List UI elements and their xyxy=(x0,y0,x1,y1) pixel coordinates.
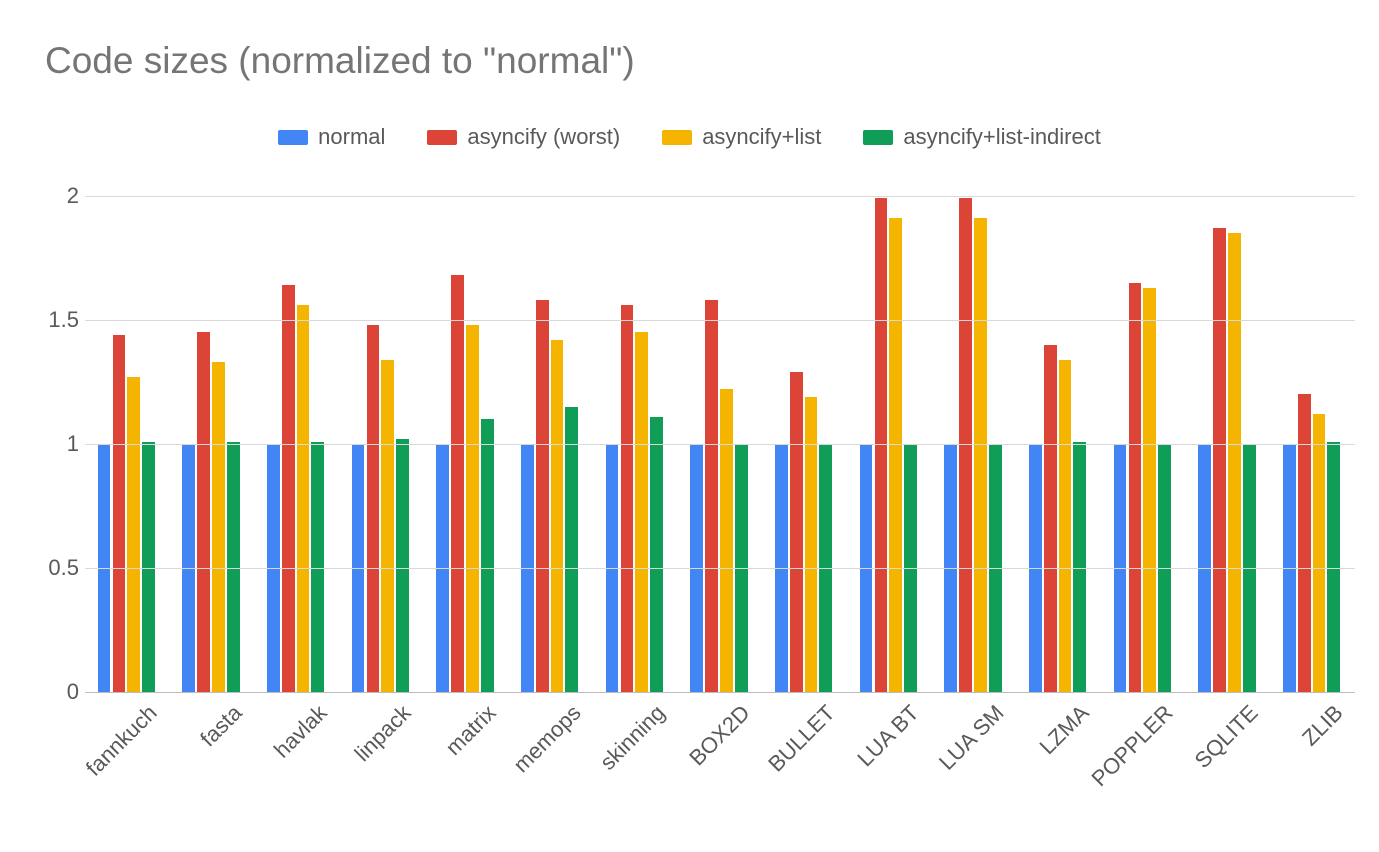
legend-swatch xyxy=(427,130,457,145)
gridline xyxy=(85,444,1355,445)
bar xyxy=(1129,283,1142,692)
bar xyxy=(790,372,803,692)
legend-item: asyncify+list xyxy=(662,124,821,150)
bar xyxy=(1143,288,1156,692)
bar xyxy=(720,389,733,692)
bar xyxy=(381,360,394,692)
bar xyxy=(481,419,494,692)
bar xyxy=(875,198,888,692)
bar xyxy=(466,325,479,692)
bar xyxy=(1044,345,1057,692)
y-tick-label: 0 xyxy=(19,679,79,705)
legend-item: asyncify (worst) xyxy=(427,124,620,150)
bar xyxy=(113,335,126,692)
bar xyxy=(1228,233,1241,692)
bar xyxy=(297,305,310,692)
bar xyxy=(1298,394,1311,692)
y-tick-label: 1 xyxy=(19,431,79,457)
chart-container: Code sizes (normalized to "normal") norm… xyxy=(0,0,1379,852)
bar xyxy=(650,417,663,692)
bar xyxy=(1327,442,1340,692)
gridline xyxy=(85,196,1355,197)
bar xyxy=(959,198,972,692)
bar xyxy=(1313,414,1326,692)
bar xyxy=(142,442,155,692)
bar xyxy=(212,362,225,692)
legend-label: asyncify+list-indirect xyxy=(903,124,1100,150)
bar xyxy=(311,442,324,692)
legend-swatch xyxy=(662,130,692,145)
bar xyxy=(451,275,464,692)
legend-label: asyncify+list xyxy=(702,124,821,150)
plot-area xyxy=(85,196,1355,692)
bar xyxy=(127,377,140,692)
bar xyxy=(536,300,549,692)
bar xyxy=(621,305,634,692)
gridline xyxy=(85,568,1355,569)
chart-title: Code sizes (normalized to "normal") xyxy=(45,40,635,82)
gridline xyxy=(85,692,1355,693)
y-tick-label: 2 xyxy=(19,183,79,209)
bar xyxy=(282,285,295,692)
bar xyxy=(197,332,210,692)
bar xyxy=(889,218,902,692)
bar xyxy=(705,300,718,692)
gridline xyxy=(85,320,1355,321)
bar xyxy=(805,397,818,692)
legend-label: normal xyxy=(318,124,385,150)
bar xyxy=(1073,442,1086,692)
x-axis-labels: fannkuchfastahavlaklinpackmatrixmemopssk… xyxy=(85,700,1355,850)
bar xyxy=(227,442,240,692)
legend-item: normal xyxy=(278,124,385,150)
bar xyxy=(1213,228,1226,692)
bar xyxy=(635,332,648,692)
bar xyxy=(565,407,578,692)
legend-label: asyncify (worst) xyxy=(467,124,620,150)
bar xyxy=(1059,360,1072,692)
bar xyxy=(974,218,987,692)
bar xyxy=(396,439,409,692)
y-tick-label: 1.5 xyxy=(19,307,79,333)
y-tick-label: 0.5 xyxy=(19,555,79,581)
legend-swatch xyxy=(863,130,893,145)
chart-legend: normal asyncify (worst) asyncify+list async… xyxy=(0,124,1379,150)
bar xyxy=(551,340,564,692)
bar xyxy=(367,325,380,692)
legend-item: asyncify+list-indirect xyxy=(863,124,1100,150)
legend-swatch xyxy=(278,130,308,145)
